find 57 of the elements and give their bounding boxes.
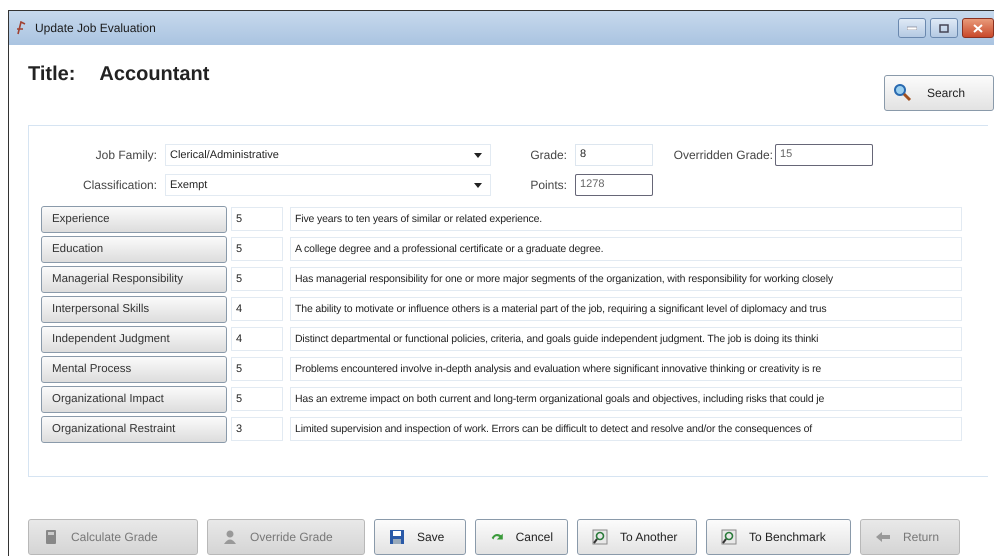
score-field[interactable]: 3 — [231, 417, 283, 441]
job-family-dropdown[interactable]: Clerical/Administrative — [165, 144, 491, 166]
factor-button[interactable]: Organizational Restraint — [41, 416, 227, 442]
action-button[interactable]: Save — [374, 519, 466, 555]
factor-button[interactable]: Interpersonal Skills — [41, 296, 227, 322]
close-icon — [973, 24, 983, 32]
field-label: Overridden Grade: — [672, 148, 774, 162]
grade-field[interactable]: 8 — [575, 144, 653, 166]
window-title: Update Job Evaluation — [35, 21, 156, 35]
dropdown-arrow-icon — [474, 152, 482, 158]
description-field[interactable]: A college degree and a professional certificate or a graduate degree. — [290, 237, 962, 261]
classification-dropdown[interactable]: Exempt — [165, 174, 491, 196]
description-field[interactable]: Has an extreme impact on both current and long-term organizational goals and objectives, including risks that could je — [290, 387, 962, 411]
factor-button[interactable]: Experience — [41, 206, 227, 232]
action-button[interactable]: Cancel — [475, 519, 568, 555]
calculator-icon — [43, 529, 59, 545]
factor-button[interactable]: Mental Process — [41, 356, 227, 382]
description-field[interactable]: Five years to ten years of similar or related experience. — [290, 207, 962, 231]
maximize-button[interactable] — [930, 18, 958, 38]
description-field[interactable]: The ability to motivate or influence others is a material part of the job, requiring a significant level of diplomacy and trus — [290, 297, 962, 321]
factor-button[interactable]: Organizational Impact — [41, 386, 227, 412]
score-field[interactable]: 4 — [231, 297, 283, 321]
factor-button[interactable]: Independent Judgment — [41, 326, 227, 352]
description-field[interactable]: Limited supervision and inspection of work. Errors can be difficult to detect and resolve and/or the consequences of — [290, 417, 962, 441]
action-button[interactable]: To Another — [577, 519, 697, 555]
minimize-button[interactable] — [898, 18, 926, 38]
title-label: Title: — [28, 63, 76, 86]
close-button[interactable] — [962, 18, 994, 38]
left-arrow-icon — [875, 529, 891, 545]
field-label: Points: — [529, 178, 568, 192]
description-field[interactable]: Problems encountered involve in-depth analysis and evaluation where significant innovative thinking or creativity is re — [290, 357, 962, 381]
factor-button[interactable]: Education — [41, 236, 227, 262]
overridden-grade-field[interactable]: 15 — [775, 144, 873, 166]
description-field[interactable]: Distinct departmental or functional policies, criteria, and goals guide independent judgment. The job is doing its thinki — [290, 327, 962, 351]
score-field[interactable]: 5 — [231, 387, 283, 411]
action-button[interactable]: To Benchmark — [706, 519, 851, 555]
field-label: Classification: — [82, 178, 158, 192]
search-button[interactable]: Search — [884, 75, 994, 111]
dropdown-arrow-icon — [474, 182, 482, 188]
score-field[interactable]: 5 — [231, 207, 283, 231]
app-icon — [15, 21, 27, 35]
description-field[interactable]: Has managerial responsibility for one or more major segments of the organization, with responsibility for working closely — [290, 267, 962, 291]
job-title: Accountant — [99, 63, 210, 86]
maximize-icon — [939, 24, 949, 32]
score-field[interactable]: 5 — [231, 267, 283, 291]
person-icon — [222, 529, 238, 545]
score-field[interactable]: 4 — [231, 327, 283, 351]
field-label: Grade: — [529, 148, 568, 162]
factor-button[interactable]: Managerial Responsibility — [41, 266, 227, 292]
field-label: Job Family: — [94, 148, 158, 162]
score-field[interactable]: 5 — [231, 237, 283, 261]
magnifier-icon — [721, 529, 737, 545]
search-icon — [893, 83, 913, 103]
score-field[interactable]: 5 — [231, 357, 283, 381]
magnifier-icon — [592, 529, 608, 545]
minimize-icon — [907, 26, 917, 30]
points-field[interactable]: 1278 — [575, 174, 653, 196]
